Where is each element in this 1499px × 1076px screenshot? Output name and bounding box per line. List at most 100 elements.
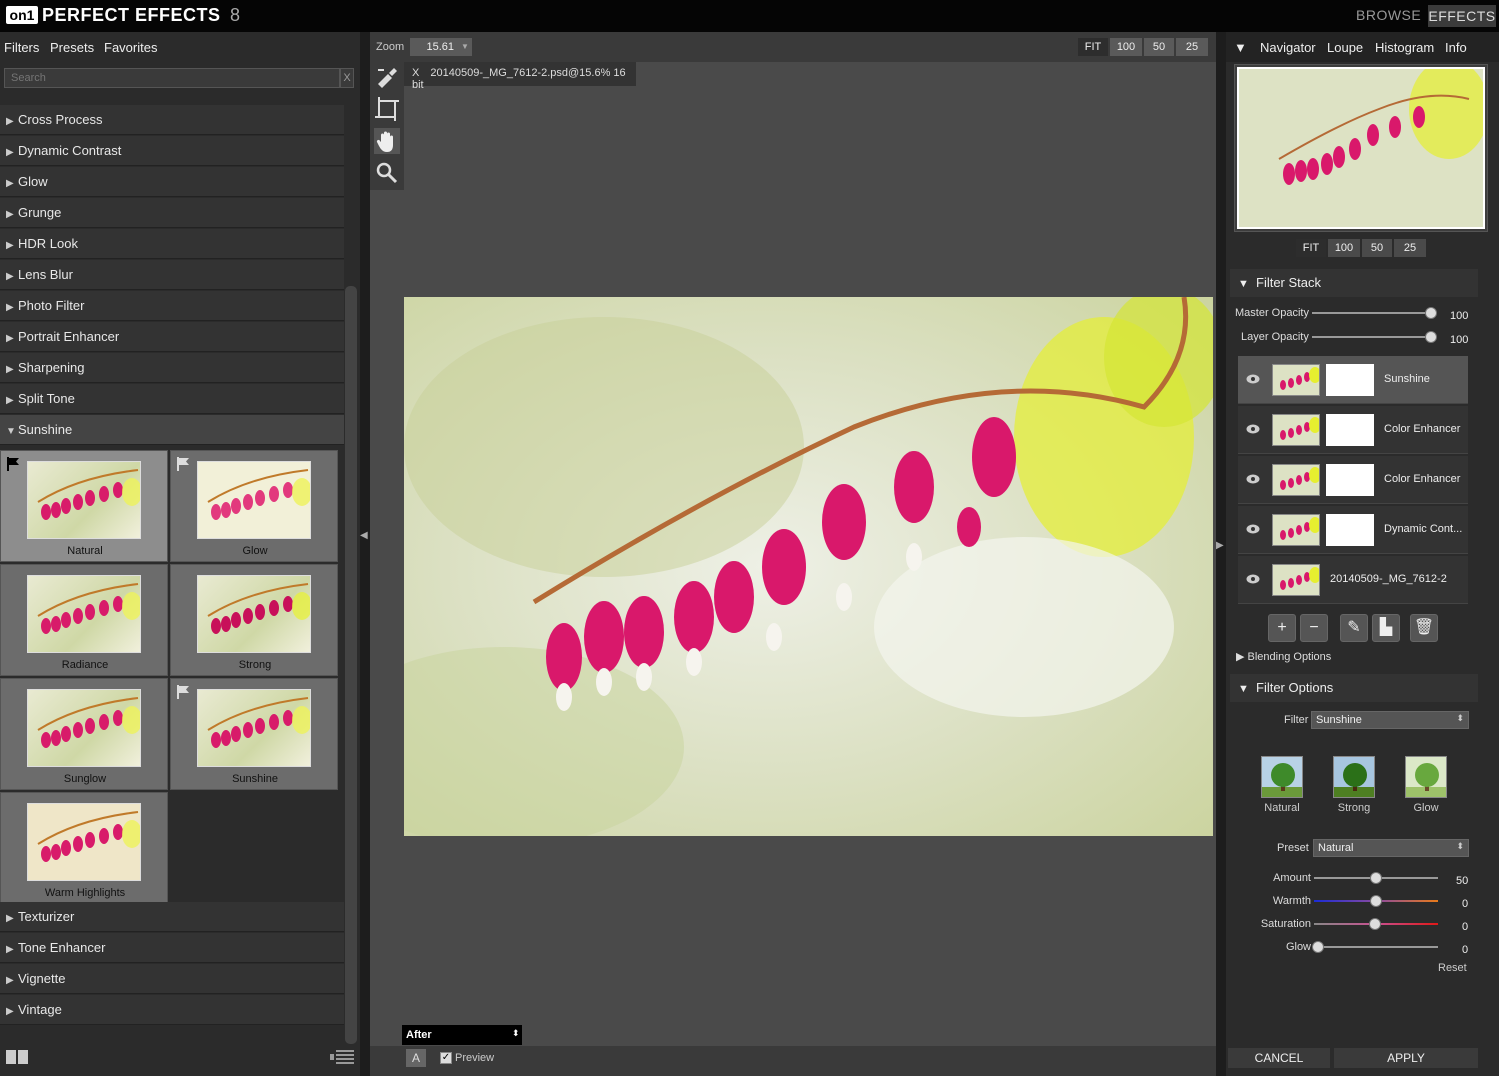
grid-view-icon[interactable] <box>6 1050 30 1066</box>
view-mode-arrows-icon[interactable]: ⬍ <box>512 1028 520 1039</box>
filter-options-header[interactable]: ▼ Filter Options <box>1230 674 1478 702</box>
zoom-100-button[interactable]: 100 <box>1110 38 1142 56</box>
layer-row[interactable]: Color Enhancer <box>1238 456 1468 504</box>
navigator-preview[interactable] <box>1237 67 1485 229</box>
view-mode-select[interactable]: After <box>402 1025 522 1045</box>
eye-icon[interactable] <box>1246 474 1260 484</box>
category-dynamic-contrast[interactable]: ▶ Dynamic Contrast <box>0 136 344 166</box>
collapse-right-icon[interactable]: ▶ <box>1216 540 1226 560</box>
category-sharpening[interactable]: ▶ Sharpening <box>0 353 344 383</box>
collapse-left-icon[interactable]: ◀ <box>360 530 370 570</box>
preset-tile[interactable]: Strong <box>170 564 338 676</box>
main-image[interactable] <box>404 297 1213 836</box>
blending-options-toggle[interactable]: ▶ Blending Options <box>1236 650 1331 663</box>
layer-row[interactable]: 20140509-_MG_7612-2 <box>1238 556 1468 604</box>
master-opacity-knob[interactable] <box>1425 307 1437 319</box>
category-lens-blur[interactable]: ▶ Lens Blur <box>0 260 344 290</box>
eye-icon[interactable] <box>1246 424 1260 434</box>
layer-row[interactable]: Sunshine <box>1238 356 1468 404</box>
filter-stack-header[interactable]: ▼ Filter Stack <box>1230 269 1478 297</box>
flag-icon[interactable] <box>7 457 19 471</box>
category-glow[interactable]: ▶ Glow <box>0 167 344 197</box>
master-opacity-track[interactable] <box>1312 312 1432 314</box>
tab-info[interactable]: Info <box>1445 40 1467 55</box>
mask-add-icon[interactable]: ▙ <box>1372 614 1400 642</box>
preview-checkbox[interactable]: ✓ <box>440 1052 452 1064</box>
preset-tile[interactable]: Sunshine <box>170 678 338 790</box>
zoom-fit-button[interactable]: FIT <box>1078 38 1108 56</box>
zoom-25-button[interactable]: 25 <box>1176 38 1208 56</box>
glow-track[interactable] <box>1314 946 1438 948</box>
effects-button[interactable]: EFFECTS <box>1428 5 1496 27</box>
zoom-tool-icon[interactable] <box>374 160 400 186</box>
preset-select[interactable]: Natural ⬍ <box>1313 839 1469 857</box>
tab-filters[interactable]: Filters <box>4 40 39 55</box>
nav-zoom-25-button[interactable]: 25 <box>1394 239 1426 257</box>
layer-row[interactable]: Color Enhancer <box>1238 406 1468 454</box>
eye-icon[interactable] <box>1246 574 1260 584</box>
category-portrait-enhancer[interactable]: ▶ Portrait Enhancer <box>0 322 344 352</box>
eye-icon[interactable] <box>1246 374 1260 384</box>
category-split-tone[interactable]: ▶ Split Tone <box>0 384 344 414</box>
warmth-knob[interactable] <box>1370 895 1382 907</box>
category-hdr-look[interactable]: ▶ HDR Look <box>0 229 344 259</box>
category-tone-enhancer[interactable]: ▶ Tone Enhancer <box>0 933 344 963</box>
zoom-dropdown-icon[interactable]: ▼ <box>458 38 472 56</box>
collapse-navigator-icon[interactable]: ▼ <box>1234 40 1247 55</box>
zoom-input[interactable]: 15.61 <box>410 38 458 56</box>
expand-arrow-icon: ▶ <box>6 147 14 158</box>
filters-scrollbar[interactable] <box>345 286 357 1044</box>
tab-navigator[interactable]: Navigator <box>1260 40 1316 55</box>
apply-button[interactable]: APPLY <box>1334 1048 1478 1068</box>
trash-icon[interactable]: 🗑 <box>1410 614 1438 642</box>
preset-tile[interactable]: Radiance <box>0 564 168 676</box>
clear-search-button[interactable]: X <box>340 68 354 88</box>
reset-button[interactable]: Reset <box>1438 962 1467 974</box>
list-view-icon[interactable] <box>330 1050 354 1066</box>
filter-tile[interactable] <box>1333 756 1375 798</box>
brush-mask-icon[interactable]: ✎ <box>1340 614 1368 642</box>
preset-tile[interactable]: Glow <box>170 450 338 562</box>
close-document-icon[interactable]: X <box>412 67 419 79</box>
filter-tile[interactable] <box>1405 756 1447 798</box>
before-after-button[interactable]: A <box>406 1049 426 1067</box>
category-vintage[interactable]: ▶ Vintage <box>0 995 344 1025</box>
cancel-button[interactable]: CANCEL <box>1228 1048 1330 1068</box>
tab-loupe[interactable]: Loupe <box>1327 40 1363 55</box>
layer-opacity-knob[interactable] <box>1425 331 1437 343</box>
category-sunshine[interactable]: ▼ Sunshine <box>0 415 344 445</box>
add-layer-icon[interactable]: + <box>1268 614 1296 642</box>
category-photo-filter[interactable]: ▶ Photo Filter <box>0 291 344 321</box>
browse-button[interactable]: BROWSE <box>1356 7 1421 23</box>
nav-zoom-100-button[interactable]: 100 <box>1328 239 1360 257</box>
glow-knob[interactable] <box>1312 941 1324 953</box>
category-vignette[interactable]: ▶ Vignette <box>0 964 344 994</box>
tab-presets[interactable]: Presets <box>50 40 94 55</box>
preset-tile[interactable]: Sunglow <box>0 678 168 790</box>
zoom-50-button[interactable]: 50 <box>1144 38 1174 56</box>
nav-zoom-50-button[interactable]: 50 <box>1362 239 1392 257</box>
tab-favorites[interactable]: Favorites <box>104 40 157 55</box>
nav-zoom-fit-button[interactable]: FIT <box>1296 239 1326 257</box>
category-grunge[interactable]: ▶ Grunge <box>0 198 344 228</box>
hand-icon[interactable] <box>374 128 400 154</box>
saturation-knob[interactable] <box>1369 918 1381 930</box>
filter-tile[interactable] <box>1261 756 1303 798</box>
tab-histogram[interactable]: Histogram <box>1375 40 1434 55</box>
preset-tile[interactable]: Warm Highlights <box>0 792 168 904</box>
brush-icon[interactable] <box>374 64 400 90</box>
flag-icon[interactable] <box>177 457 189 471</box>
filter-select[interactable]: Sunshine ⬍ <box>1311 711 1469 729</box>
document-tab[interactable]: X 20140509-_MG_7612-2.psd@15.6% 16 bit <box>404 62 636 91</box>
layer-opacity-track[interactable] <box>1312 336 1432 338</box>
flag-icon[interactable] <box>177 685 189 699</box>
eye-icon[interactable] <box>1246 524 1260 534</box>
remove-layer-icon[interactable]: − <box>1300 614 1328 642</box>
crop-icon[interactable] <box>374 96 400 122</box>
preset-tile[interactable]: Natural <box>0 450 168 562</box>
search-input[interactable] <box>4 68 340 88</box>
category-cross-process[interactable]: ▶ Cross Process <box>0 105 344 135</box>
amount-knob[interactable] <box>1370 872 1382 884</box>
layer-row[interactable]: Dynamic Cont... <box>1238 506 1468 554</box>
category-texturizer[interactable]: ▶ Texturizer <box>0 902 344 932</box>
